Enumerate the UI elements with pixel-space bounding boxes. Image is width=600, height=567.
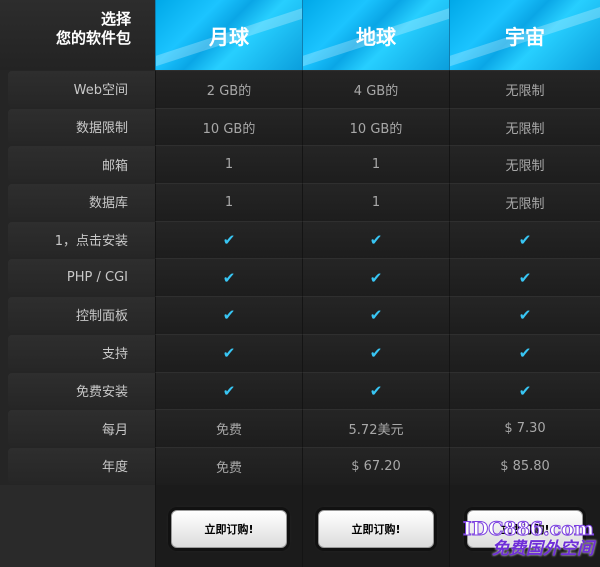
row-value: ✔ bbox=[302, 296, 449, 334]
row-value: 5.72美元 bbox=[302, 409, 449, 447]
value-text: $ 85.80 bbox=[500, 458, 550, 474]
row-value: ✔ bbox=[449, 333, 600, 372]
value-text: 1 bbox=[371, 157, 381, 173]
row-value: ✔ bbox=[449, 371, 600, 410]
value-text: 免费 bbox=[215, 460, 242, 476]
row-value: ✔ bbox=[302, 371, 449, 410]
checkmark-icon: ✔ bbox=[518, 268, 532, 287]
row-value: 无限制 bbox=[449, 183, 600, 221]
row-value: ✔ bbox=[302, 333, 449, 372]
row-value: 10 GB的 bbox=[302, 107, 449, 146]
value-text: 4 GB的 bbox=[353, 83, 399, 99]
pricing-table: 选择 您的软件包 月球 地球 宇宙 Web空间 2 GB的 4 GB的 无限制 数据限制… bbox=[0, 0, 600, 567]
corner-line2: 您的软件包 bbox=[55, 29, 131, 47]
row-label: 每月 bbox=[8, 410, 155, 446]
row-value: 1 bbox=[302, 183, 449, 221]
checkmark-icon: ✔ bbox=[222, 306, 236, 325]
checkmark-icon: ✔ bbox=[518, 231, 532, 250]
row-value: ✔ bbox=[155, 371, 302, 410]
row-label: 控制面板 bbox=[8, 297, 155, 333]
row-label: 1，点击安装 bbox=[8, 221, 155, 258]
row-value: 1 bbox=[155, 145, 302, 184]
checkmark-icon: ✔ bbox=[369, 231, 383, 250]
footer-spacer bbox=[0, 484, 155, 567]
row-value: ✔ bbox=[449, 258, 600, 297]
order-now-button-earth[interactable]: 立即订购! bbox=[318, 509, 434, 548]
plan-header-earth: 地球 bbox=[302, 0, 449, 70]
value-text: 5.72美元 bbox=[348, 423, 404, 439]
checkmark-icon: ✔ bbox=[222, 381, 236, 400]
plan-header-universe: 宇宙 bbox=[449, 0, 600, 70]
order-cell-moon: 立即订购! bbox=[155, 484, 302, 567]
value-text: 免费 bbox=[215, 423, 242, 439]
row-label: 免费安装 bbox=[8, 372, 155, 409]
value-text: 1 bbox=[371, 194, 381, 210]
checkmark-icon: ✔ bbox=[369, 268, 383, 287]
choose-package-heading: 选择 您的软件包 bbox=[0, 0, 155, 70]
row-value: 免费 bbox=[155, 409, 302, 447]
row-value: 免费 bbox=[155, 446, 302, 485]
checkmark-icon: ✔ bbox=[369, 306, 383, 325]
row-value: ✔ bbox=[155, 296, 302, 334]
row-value: 无限制 bbox=[449, 107, 600, 146]
watermark-domain: IDC886.com bbox=[462, 518, 594, 540]
row-label: 年度 bbox=[8, 447, 155, 484]
watermark: IDC886.com 免费国外空间 bbox=[462, 518, 594, 560]
row-value: ✔ bbox=[302, 220, 449, 259]
row-value: ✔ bbox=[449, 220, 600, 259]
row-value: 无限制 bbox=[449, 70, 600, 108]
plan-header-moon: 月球 bbox=[155, 0, 302, 70]
value-text: $ 67.20 bbox=[351, 458, 401, 474]
value-text: 无限制 bbox=[505, 121, 545, 137]
row-value: $ 7.30 bbox=[449, 409, 600, 447]
checkmark-icon: ✔ bbox=[518, 344, 532, 363]
row-label: 邮箱 bbox=[8, 146, 155, 183]
row-label: Web空间 bbox=[8, 71, 155, 107]
row-value: ✔ bbox=[155, 220, 302, 259]
row-value: ✔ bbox=[449, 296, 600, 334]
row-value: ✔ bbox=[302, 258, 449, 297]
row-value: 4 GB的 bbox=[302, 70, 449, 108]
checkmark-icon: ✔ bbox=[369, 381, 383, 400]
value-text: 无限制 bbox=[505, 83, 545, 99]
row-value: 10 GB的 bbox=[155, 107, 302, 146]
row-value: $ 85.80 bbox=[449, 446, 600, 485]
value-text: 10 GB的 bbox=[202, 121, 256, 137]
corner-line1: 选择 bbox=[100, 10, 131, 28]
row-label: 支持 bbox=[8, 334, 155, 371]
row-value: 1 bbox=[302, 145, 449, 184]
value-text: $ 7.30 bbox=[504, 421, 546, 437]
row-value: ✔ bbox=[155, 258, 302, 297]
checkmark-icon: ✔ bbox=[518, 381, 532, 400]
row-value: 1 bbox=[155, 183, 302, 221]
value-text: 2 GB的 bbox=[206, 83, 252, 99]
row-value: 无限制 bbox=[449, 145, 600, 184]
order-now-button-moon[interactable]: 立即订购! bbox=[171, 509, 287, 548]
checkmark-icon: ✔ bbox=[222, 231, 236, 250]
checkmark-icon: ✔ bbox=[222, 268, 236, 287]
row-label: PHP / CGI bbox=[8, 259, 155, 296]
row-label: 数据限制 bbox=[8, 108, 155, 145]
value-text: 1 bbox=[224, 157, 234, 173]
watermark-tagline: 免费国外空间 bbox=[492, 539, 594, 559]
checkmark-icon: ✔ bbox=[518, 306, 532, 325]
row-value: ✔ bbox=[155, 333, 302, 372]
row-label: 数据库 bbox=[8, 184, 155, 220]
checkmark-icon: ✔ bbox=[369, 344, 383, 363]
row-value: 2 GB的 bbox=[155, 70, 302, 108]
order-cell-earth: 立即订购! bbox=[302, 484, 449, 567]
value-text: 无限制 bbox=[505, 159, 545, 175]
row-value: $ 67.20 bbox=[302, 446, 449, 485]
checkmark-icon: ✔ bbox=[222, 344, 236, 363]
value-text: 1 bbox=[224, 194, 234, 210]
value-text: 无限制 bbox=[505, 196, 545, 212]
value-text: 10 GB的 bbox=[349, 121, 403, 137]
